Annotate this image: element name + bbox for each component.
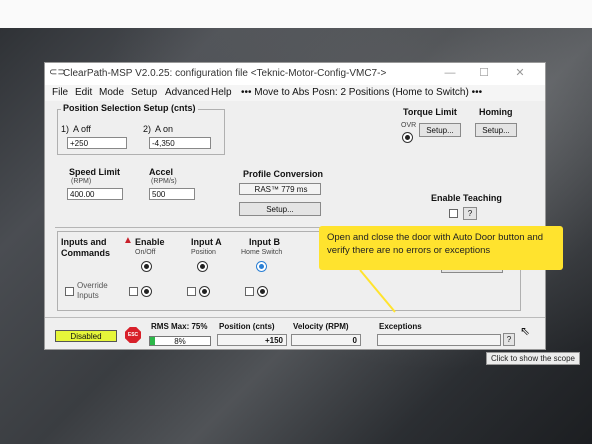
scope-tooltip: Click to show the scope [486,352,580,365]
close-button[interactable]: ✕ [513,66,527,80]
accel-input[interactable]: 500 [149,188,195,200]
menu-advanced[interactable]: Advanced [165,87,209,98]
exceptions-label: Exceptions [379,322,422,331]
input-a-indicator [197,261,208,272]
enable-override-checkbox[interactable] [129,287,138,296]
enable-indicator [141,261,152,272]
rms-meter: 8% [149,336,211,346]
input-b-label: Input B [249,237,280,247]
menu-help[interactable]: Help [211,87,232,98]
input-a-sub: Position [191,249,216,256]
app-logo-icon: ⊂⊃ [49,67,66,78]
input-b-override-indicator[interactable] [257,286,268,297]
status-bar: Disabled ESC RMS Max: 75% 8% Position (c… [45,317,545,349]
speed-limit-input[interactable]: 400.00 [67,188,123,200]
exceptions-help-button[interactable]: ? [503,333,515,346]
enable-override-indicator[interactable] [141,286,152,297]
accel-unit: (RPM/s) [151,178,177,185]
profile-conversion-label: Profile Conversion [243,169,324,179]
override-inputs-checkbox[interactable] [65,287,74,296]
homing-setup-button[interactable]: Setup... [475,123,517,137]
ovr-label: OVR [401,122,417,129]
profile-setup-button[interactable]: Setup... [239,202,321,216]
input-b-indicator [256,261,267,272]
rms-value: 8% [174,337,186,346]
torque-setup-button[interactable]: Setup... [419,123,461,137]
menu-edit[interactable]: Edit [75,87,92,98]
warning-icon: ▲ [123,235,133,246]
stop-sign-icon[interactable]: ESC [125,327,141,343]
title-bar: ⊂⊃ ClearPath-MSP V2.0.25: configuration … [45,63,545,85]
input-a-override-checkbox[interactable] [187,287,196,296]
a-off-input[interactable]: +250 [67,137,127,149]
position-label: Position (cnts) [219,322,275,331]
minimize-button[interactable]: — [443,66,457,80]
accel-label: Accel [149,167,174,177]
input-a-override-indicator[interactable] [199,286,210,297]
status-disabled-badge: Disabled [55,330,117,342]
a-on-input[interactable]: -4,350 [149,137,211,149]
input-b-override-checkbox[interactable] [245,287,254,296]
menu-mode[interactable]: Mode [99,87,124,98]
window-title: ClearPath-MSP V2.0.25: configuration fil… [63,68,387,79]
move-mode-status: ••• Move to Abs Posn: 2 Positions (Home … [241,87,483,98]
menu-setup[interactable]: Setup [131,87,157,98]
mouse-pointer-icon: ⇖ [520,324,531,338]
speed-limit-label: Speed Limit [69,167,121,177]
a-off-number: 1) [61,124,70,134]
maximize-button[interactable]: ☐ [477,66,491,80]
speed-limit-unit: (RPM) [71,178,92,185]
menu-bar: File Edit Mode Setup Advanced Help ••• M… [45,85,545,101]
enable-teaching-label: Enable Teaching [431,193,502,203]
rms-label: RMS Max: 75% [151,322,208,331]
velocity-value: 0 [291,334,361,346]
input-b-sub: Home Switch [241,249,283,256]
enable-teaching-checkbox[interactable] [449,209,458,218]
inputs-header: Inputs and Commands [61,237,111,258]
menu-file[interactable]: File [52,87,68,98]
torque-limit-label: Torque Limit [403,107,457,117]
page-top-margin [0,0,592,28]
position-setup-title: Position Selection Setup (cnts) [61,103,198,113]
clearpath-window: ⊂⊃ ClearPath-MSP V2.0.25: configuration … [44,62,546,350]
a-off-label: A off [73,124,91,134]
ovr-indicator[interactable] [402,132,413,143]
exceptions-field [377,334,501,346]
instruction-callout: Open and close the door with Auto Door b… [319,226,563,270]
homing-label: Homing [479,107,513,117]
a-on-number: 2) [143,124,152,134]
enable-label: Enable [135,237,165,247]
position-value: +150 [217,334,287,346]
input-a-label: Input A [191,237,222,247]
enable-sub: On/Off [135,249,156,256]
velocity-label: Velocity (RPM) [293,322,349,331]
a-on-label: A on [155,124,174,134]
enable-teaching-help-button[interactable]: ? [463,207,477,220]
override-inputs-label: Override Inputs [77,281,108,300]
profile-conversion-value: RAS™ 779 ms [239,183,321,195]
